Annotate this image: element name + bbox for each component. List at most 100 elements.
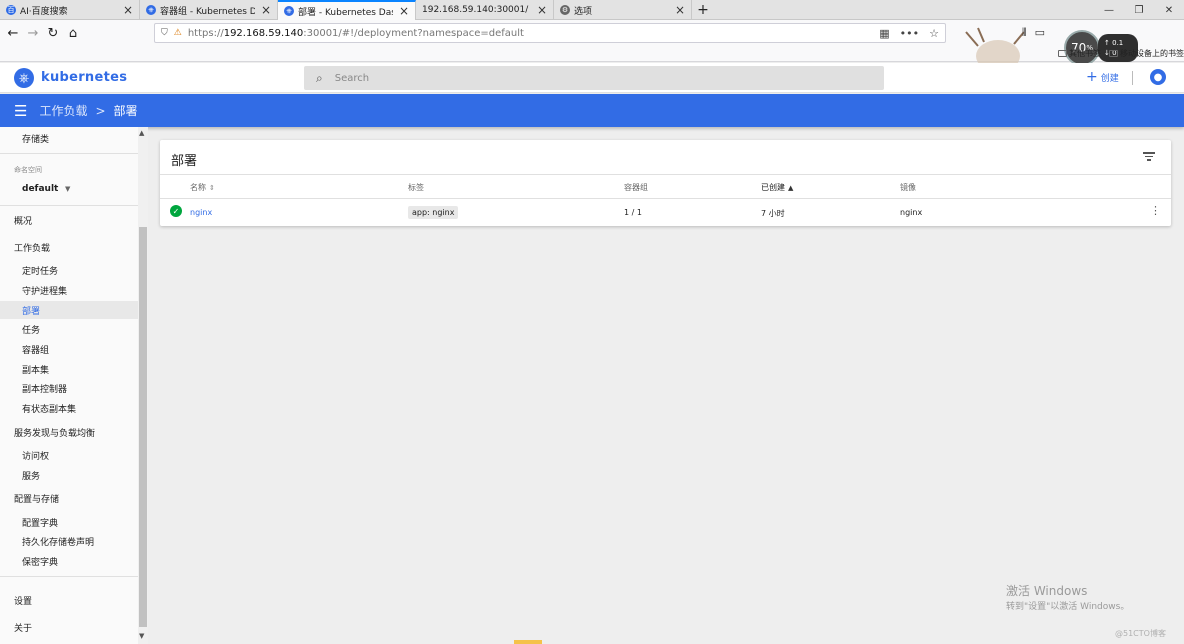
sidebar: 存储类 命名空间 default ▼ 概况 工作负载 定时任务 守护进程集 部署… — [0, 127, 148, 644]
search-input[interactable]: ⌕ Search — [304, 66, 884, 90]
tab-label: 192.168.59.140:30001/ — [422, 5, 529, 15]
chevron-down-icon[interactable]: ▼ — [139, 632, 144, 640]
sort-icon: ⇕ — [209, 184, 215, 192]
sidebar-item-about[interactable]: 关于 — [0, 618, 138, 636]
browser-tab-pods[interactable]: ⎈ 容器组 - Kubernetes Dashbo × — [140, 0, 278, 20]
app-header: ⎈ kubernetes ⌕ Search + 创建 ● — [0, 63, 1184, 93]
sidebar-item-daemonsets[interactable]: 守护进程集 — [0, 281, 138, 299]
sidebar-item-label: 关于 — [14, 623, 33, 634]
close-icon[interactable]: × — [261, 3, 271, 17]
more-vert-icon[interactable]: ⋮ — [1150, 204, 1161, 217]
column-label: 名称 — [190, 183, 206, 192]
sidebar-item-workloads[interactable]: 工作负载 — [0, 238, 138, 256]
column-header-created[interactable]: 已创建 ▲ — [761, 182, 793, 193]
url-protocol: https:// — [187, 27, 224, 39]
sidebar-item-replication-controllers[interactable]: 副本控制器 — [0, 379, 138, 397]
deployment-name-link[interactable]: nginx — [190, 208, 212, 217]
reload-icon[interactable]: ↻ — [44, 24, 62, 42]
chevron-up-icon[interactable]: ▲ — [139, 129, 144, 137]
column-label: 容器组 — [624, 183, 648, 192]
bookmarks-bar: 其他书签 移动设备上的书签 — [1058, 48, 1184, 59]
sidebar-scroll-thumb[interactable] — [139, 227, 147, 627]
library-icon[interactable]: ⫴ — [1022, 26, 1027, 40]
close-icon[interactable]: × — [123, 3, 133, 17]
create-button[interactable]: + 创建 — [1086, 69, 1119, 85]
sidebar-item-label: 配置字典 — [22, 518, 59, 529]
warning-lock-icon[interactable]: ⚠ — [174, 28, 182, 38]
sidebar-item-pods[interactable]: 容器组 — [0, 340, 138, 358]
sidebar-item-storage-class[interactable]: 存储类 — [0, 129, 138, 147]
browser-tab-ip[interactable]: 192.168.59.140:30001/ × — [416, 0, 554, 20]
search-icon: ⌕ — [316, 70, 323, 85]
caret-down-icon[interactable]: ▼ — [65, 185, 70, 193]
table-divider — [160, 174, 1171, 175]
menu-icon[interactable]: ☰ — [14, 102, 27, 120]
sidebar-item-cronjobs[interactable]: 定时任务 — [0, 261, 138, 279]
source-credit: @51CTO博客 — [1115, 629, 1166, 638]
browser-tab-options[interactable]: ⚙ 选项 × — [554, 0, 692, 20]
url-host: 192.168.59.140 — [223, 27, 304, 39]
bookmark-mobile[interactable]: 移动设备上的书签 — [1109, 48, 1184, 59]
bookmark-star-icon[interactable]: ☆ — [929, 27, 939, 40]
browser-tab-strip: 百 AI·百度搜索 × ⎈ 容器组 - Kubernetes Dashbo × … — [0, 0, 1184, 20]
sidebar-item-services[interactable]: 服务 — [0, 466, 138, 484]
brand-name[interactable]: kubernetes — [41, 70, 127, 85]
sort-up-icon: ▲ — [788, 184, 794, 192]
forward-arrow-icon[interactable]: → — [24, 24, 42, 42]
sidebar-item-ingress[interactable]: 访问权 — [0, 446, 138, 464]
namespace-label: 命名空间 — [14, 166, 42, 174]
sidebar-divider — [0, 153, 138, 154]
close-window-icon[interactable]: ✕ — [1154, 0, 1184, 20]
close-icon[interactable]: × — [675, 3, 685, 17]
sidebar-item-secrets[interactable]: 保密字典 — [0, 552, 138, 570]
filter-icon[interactable] — [1143, 150, 1155, 163]
column-header-images: 镜像 — [900, 182, 916, 193]
kubernetes-logo-icon[interactable]: ⎈ — [14, 68, 34, 88]
upload-arrow-icon: ↑ — [1104, 39, 1110, 47]
qr-code-icon[interactable]: ▦ — [879, 27, 889, 40]
sidebar-item-pvcs[interactable]: 持久化存储卷声明 — [0, 532, 138, 550]
sidebar-item-label: 有状态副本集 — [22, 404, 77, 415]
minimize-icon[interactable]: — — [1094, 0, 1124, 20]
sidebar-item-replicasets[interactable]: 副本集 — [0, 360, 138, 378]
new-tab-button[interactable]: + — [692, 0, 714, 20]
home-icon[interactable]: ⌂ — [64, 24, 82, 42]
maximize-icon[interactable]: ❐ — [1124, 0, 1154, 20]
sidebar-item-jobs[interactable]: 任务 — [0, 320, 138, 338]
sidebar-item-discovery[interactable]: 服务发现与负载均衡 — [0, 423, 138, 441]
card-title: 部署 — [171, 154, 198, 169]
sidebar-item-configmaps[interactable]: 配置字典 — [0, 513, 138, 531]
sidebar-item-deployments[interactable]: 部署 — [0, 301, 138, 319]
create-label: 创建 — [1100, 73, 1119, 84]
more-actions-icon[interactable]: ••• — [900, 27, 919, 40]
column-header-pods: 容器组 — [624, 182, 648, 193]
kubernetes-icon: ⎈ — [146, 5, 156, 15]
sidebar-item-config[interactable]: 配置与存储 — [0, 489, 138, 507]
deployments-card: 部署 名称 ⇕ 标签 容器组 已创建 ▲ 镜像 ✓ nginx app: nginx… — [160, 140, 1171, 226]
url-bar[interactable]: ⛉ ⚠ https://192.168.59.140:30001/#!/depl… — [154, 23, 946, 43]
baidu-icon: 百 — [6, 5, 16, 15]
sidebar-item-label: 保密字典 — [22, 557, 59, 568]
shield-icon[interactable]: ⛉ — [161, 28, 168, 38]
bookmark-other[interactable]: 其他书签 — [1058, 48, 1101, 59]
sidebar-item-overview[interactable]: 概况 — [0, 211, 138, 229]
sidebar-item-label: 服务 — [22, 471, 41, 482]
close-icon[interactable]: × — [537, 3, 547, 17]
sidebar-item-statefulsets[interactable]: 有状态副本集 — [0, 399, 138, 417]
account-icon[interactable]: ● — [1150, 69, 1166, 85]
bookmark-label: 其他书签 — [1069, 49, 1101, 58]
sidebar-icon[interactable]: ▭ — [1035, 26, 1045, 40]
close-icon[interactable]: × — [399, 4, 409, 18]
browser-tab-deployments[interactable]: ⎈ 部署 - Kubernetes Dashboard × — [278, 0, 416, 20]
sidebar-item-settings[interactable]: 设置 — [0, 591, 138, 609]
back-arrow-icon[interactable]: ← — [4, 24, 22, 42]
namespace-select[interactable]: default — [22, 184, 58, 194]
breadcrumb-workloads[interactable]: 工作负载 — [39, 102, 87, 119]
search-placeholder: Search — [334, 72, 370, 84]
url-path: :30001/#!/deployment?namespace=default — [303, 27, 524, 39]
table-divider — [160, 198, 1171, 199]
sidebar-item-label: 设置 — [14, 596, 33, 607]
sidebar-item-label: 配置与存储 — [14, 494, 60, 505]
browser-tab-baidu[interactable]: 百 AI·百度搜索 × — [0, 0, 140, 20]
column-header-name[interactable]: 名称 ⇕ — [190, 182, 215, 193]
